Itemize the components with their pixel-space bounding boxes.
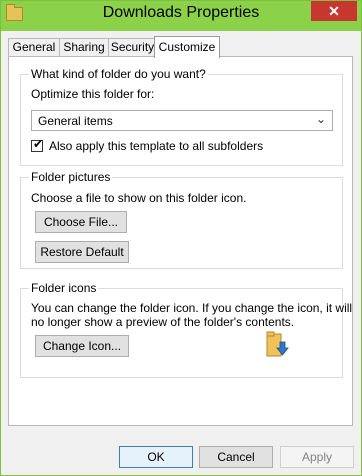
customize-panel: What kind of folder do you want? Optimiz…	[8, 56, 353, 426]
restore-default-button[interactable]: Restore Default	[35, 241, 129, 263]
tab-security[interactable]: Security	[108, 38, 157, 56]
window-title: Downloads Properties	[102, 4, 260, 21]
folder-pictures-group: Folder pictures Choose a file to show on…	[20, 170, 343, 269]
optimize-label: Optimize this folder for:	[31, 87, 155, 101]
folder-pictures-heading: Folder pictures	[29, 170, 113, 184]
folder-icons-group: Folder icons You can change the folder i…	[20, 281, 352, 378]
folder-type-heading: What kind of folder do you want?	[29, 67, 208, 81]
folder-icons-description-2: no longer show a preview of the folder's…	[31, 315, 295, 329]
folder-icons-heading: Folder icons	[29, 281, 99, 295]
downloads-folder-icon	[266, 331, 290, 357]
ok-button[interactable]: OK	[119, 446, 193, 468]
folder-type-group: What kind of folder do you want? Optimiz…	[20, 67, 343, 166]
tab-sharing[interactable]: Sharing	[59, 38, 109, 56]
close-button[interactable]: ✕	[311, 1, 357, 21]
chevron-down-icon: ⌄	[315, 112, 326, 126]
folder-pictures-description: Choose a file to show on this folder ico…	[31, 191, 247, 205]
optimize-selected: General items	[38, 114, 113, 128]
tab-general[interactable]: General	[8, 38, 60, 56]
optimize-dropdown[interactable]: General items ⌄	[31, 110, 333, 131]
title-bar[interactable]: Downloads Properties ✕	[1, 1, 361, 31]
checkmark-icon: ✔	[33, 137, 44, 151]
tab-customize[interactable]: Customize	[154, 36, 220, 58]
apply-subfolders-checkbox[interactable]: ✔	[31, 137, 44, 152]
cancel-button[interactable]: Cancel	[199, 446, 273, 468]
apply-button[interactable]: Apply	[280, 446, 354, 468]
choose-file-button[interactable]: Choose File...	[35, 211, 127, 233]
change-icon-button[interactable]: Change Icon...	[35, 335, 129, 357]
folder-icons-description-1: You can change the folder icon. If you c…	[31, 301, 353, 315]
apply-subfolders-label[interactable]: Also apply this template to all subfolde…	[49, 139, 263, 153]
properties-window: Downloads Properties ✕ General Sharing S…	[0, 0, 362, 476]
